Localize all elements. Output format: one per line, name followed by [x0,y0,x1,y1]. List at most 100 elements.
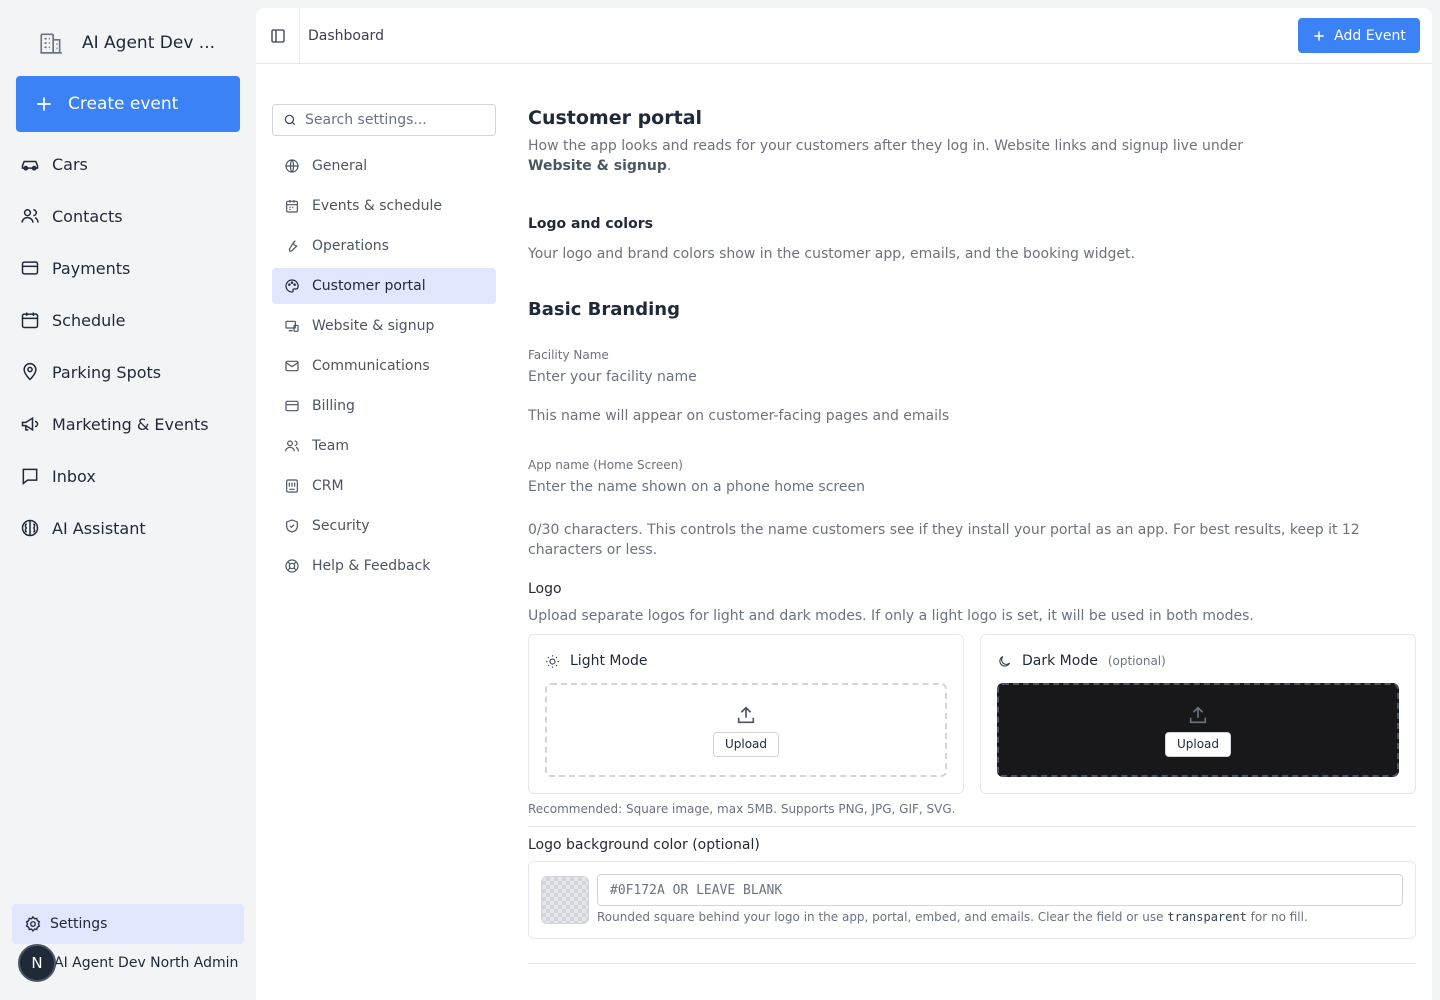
megaphone-icon [20,414,40,434]
avatar: N [18,944,56,982]
upload-dark-button[interactable]: Upload [1164,731,1232,757]
light-logo-dropzone[interactable]: Upload [545,683,947,777]
facility-name-hint: This name will appear on customer-facing… [528,408,950,424]
settings-nav-website-signup[interactable]: Website & signup [272,308,496,344]
topbar: Dashboard Add Event [256,7,1432,64]
divider [528,963,1416,964]
settings-nav-label: Security [312,518,370,534]
website-signup-link[interactable]: Website & signup [528,158,667,174]
settings-nav-label: Help & Feedback [312,558,431,574]
nav-item-label: Contacts [52,206,123,226]
mail-icon [284,358,300,374]
app-name-input[interactable]: Enter the name shown on a phone home scr… [528,479,1128,495]
sidebar-toggle-button[interactable] [256,7,300,64]
nav-item-parking-spots[interactable]: Parking Spots [20,346,209,398]
nav-item-label: Marketing & Events [52,414,209,434]
panel-left-icon [270,28,286,44]
light-mode-label: Light Mode [570,653,648,669]
bg-color-label: Logo background color (optional) [528,837,760,853]
upload-light-button[interactable]: Upload [712,731,780,757]
settings-nav-operations[interactable]: Operations [272,228,496,264]
calendar-icon [20,310,40,330]
plus-icon [1312,29,1326,43]
user-profile[interactable]: N AI Agent Dev North Admin [18,944,238,982]
search-placeholder: Search settings... [305,112,427,128]
breadcrumb[interactable]: Dashboard [308,28,384,44]
create-event-button[interactable]: Create event [16,76,240,132]
sidebar-item-settings[interactable]: Settings [12,904,244,944]
shield-icon [284,518,300,534]
nav-item-ai-assistant[interactable]: AI Assistant [20,502,209,554]
wrench-icon [284,238,300,254]
app-name-hint: 0/30 characters. This controls the name … [528,522,1360,558]
nav-item-cars[interactable]: Cars [20,138,209,190]
settings-nav-security[interactable]: Security [272,508,496,544]
settings-nav-crm[interactable]: CRM [272,468,496,504]
brand[interactable]: AI Agent Dev ... [38,30,215,56]
settings-nav-label: CRM [312,478,344,494]
search-icon [283,113,297,127]
building-icon [38,30,64,56]
settings-nav-help-feedback[interactable]: Help & Feedback [272,548,496,584]
logo-label: Logo [528,581,562,597]
users-icon [284,438,300,454]
credit-card-icon [20,258,40,278]
bg-color-box: #0F172A OR LEAVE BLANK Rounded square be… [528,861,1416,939]
nav-item-label: Inbox [52,466,96,486]
settings-nav-label: Billing [312,398,355,414]
dark-mode-header: Dark Mode (optional) [997,653,1166,669]
users-icon [20,206,40,226]
credit-card-icon [284,398,300,414]
add-event-button[interactable]: Add Event [1298,18,1420,53]
bg-hint-text: Rounded square behind your logo in the a… [597,910,1168,924]
nav-item-label: Parking Spots [52,362,162,382]
settings-nav-label: General [312,158,368,174]
settings-nav-general[interactable]: General [272,148,496,184]
search-input[interactable]: Search settings... [272,104,496,136]
settings-nav: Search settings... General Events & sche… [272,104,496,588]
message-icon [20,466,40,486]
globe-icon [284,158,300,174]
logo-description: Upload separate logos for light and dark… [528,608,1254,624]
page-title: Customer portal [528,107,703,129]
palette-icon [284,278,300,294]
dark-mode-label: Dark Mode [1022,653,1098,669]
settings-nav-team[interactable]: Team [272,428,496,464]
user-name: AI Agent Dev North Admin [54,955,239,971]
settings-nav-events-schedule[interactable]: Events & schedule [272,188,496,224]
main-nav: Cars Contacts Payments Schedule Parking … [20,138,209,554]
devices-icon [284,318,300,334]
page-description: How the app looks and reads for your cus… [528,136,1288,176]
upload-icon [1187,704,1209,726]
description-text: How the app looks and reads for your cus… [528,138,1244,154]
dark-logo-dropzone[interactable]: Upload [997,683,1399,777]
nav-item-marketing-events[interactable]: Marketing & Events [20,398,209,450]
plus-icon [34,94,54,114]
color-swatch[interactable] [541,876,589,924]
description-suffix: . [666,158,672,174]
logo-colors-description: Your logo and brand colors show in the c… [528,246,1135,262]
settings-nav-label: Events & schedule [312,198,442,214]
bg-color-input[interactable]: #0F172A OR LEAVE BLANK [597,874,1403,906]
light-mode-header: Light Mode [545,653,648,669]
facility-name-label: Facility Name [528,348,609,362]
add-event-label: Add Event [1334,27,1406,44]
car-icon [20,154,40,174]
facility-name-input[interactable]: Enter your facility name [528,369,1128,385]
settings-nav-billing[interactable]: Billing [272,388,496,424]
nav-item-inbox[interactable]: Inbox [20,450,209,502]
settings-nav-label: Customer portal [312,278,426,294]
nav-item-label: AI Assistant [52,518,146,538]
settings-nav-communications[interactable]: Communications [272,348,496,384]
nav-item-payments[interactable]: Payments [20,242,209,294]
settings-nav-customer-portal[interactable]: Customer portal [272,268,496,304]
moon-icon [997,654,1012,669]
dark-mode-card: Dark Mode (optional) Upload [980,634,1416,794]
map-pin-icon [20,362,40,382]
brand-name: AI Agent Dev ... [82,33,215,53]
nav-item-schedule[interactable]: Schedule [20,294,209,346]
bg-hint-code: transparent [1167,910,1247,924]
nav-item-label: Schedule [52,310,126,330]
nav-item-contacts[interactable]: Contacts [20,190,209,242]
gear-icon [24,915,42,933]
